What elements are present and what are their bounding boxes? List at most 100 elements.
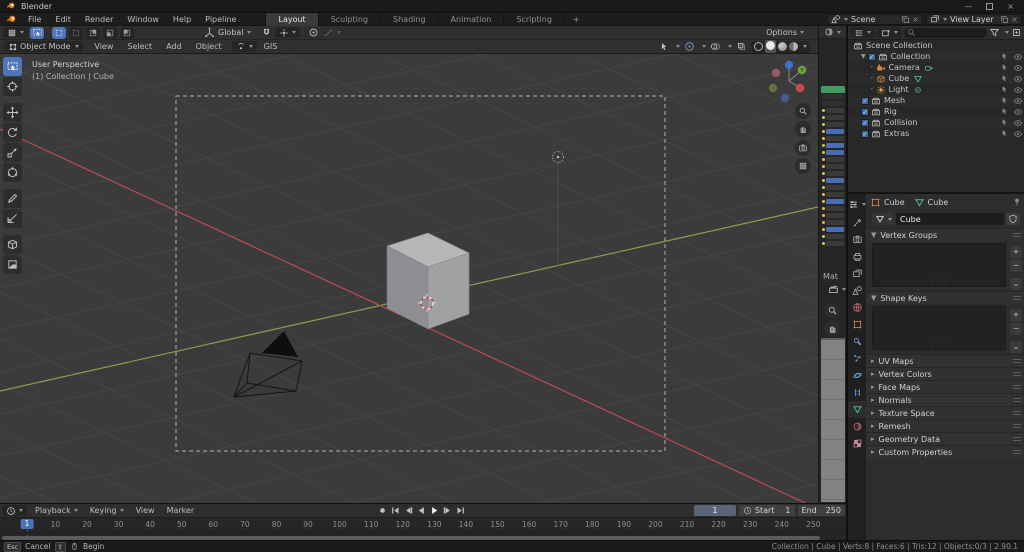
- snap-magnet-icon[interactable]: [261, 27, 272, 38]
- play-button[interactable]: [429, 505, 440, 516]
- collection-checkbox[interactable]: ✓: [868, 53, 876, 61]
- panel-header-remesh[interactable]: ▸Remesh: [866, 419, 1024, 432]
- eye-icon[interactable]: [1013, 96, 1023, 106]
- node-socket[interactable]: [821, 114, 845, 121]
- tool-cursor-button[interactable]: [3, 77, 22, 96]
- panel-grip[interactable]: [1013, 233, 1021, 237]
- menu-help[interactable]: Help: [166, 15, 198, 24]
- eye-icon[interactable]: [1013, 52, 1023, 62]
- scene-selector[interactable]: Scene ×: [827, 14, 923, 25]
- viewport-menu-add[interactable]: Add: [159, 42, 189, 51]
- close-button[interactable]: ×: [1007, 2, 1014, 11]
- shading-wireframe-button[interactable]: [754, 42, 763, 51]
- tool-annotate-button[interactable]: [3, 189, 22, 208]
- properties-tab-particles[interactable]: [848, 350, 866, 367]
- panel-grip[interactable]: [1013, 398, 1021, 402]
- select-mode-4[interactable]: [120, 27, 134, 39]
- node-socket[interactable]: [821, 128, 845, 135]
- select-mode-1[interactable]: [69, 27, 83, 39]
- properties-tab-object[interactable]: [848, 316, 866, 333]
- snap-settings-button[interactable]: [275, 27, 300, 38]
- specials-menu-button[interactable]: ⌄: [1010, 341, 1022, 353]
- outliner-label[interactable]: Cube: [889, 74, 910, 83]
- workspace-tab-sculpting[interactable]: Sculpting: [318, 13, 380, 26]
- play-reverse-button[interactable]: [416, 505, 427, 516]
- selectable-icon[interactable]: [1000, 74, 1009, 84]
- node-socket[interactable]: [821, 93, 845, 100]
- panel-header-vertex-colors[interactable]: ▸Vertex Colors: [866, 367, 1024, 380]
- selectable-icon[interactable]: [1000, 52, 1009, 62]
- timeline-editor-type[interactable]: [2, 505, 27, 516]
- outliner-label[interactable]: Camera: [889, 63, 920, 72]
- blender-menu-icon[interactable]: [6, 14, 17, 25]
- active-tool-button[interactable]: [30, 27, 44, 39]
- sidebar-tab-material[interactable]: Mat: [823, 272, 838, 281]
- viewport-menu-object[interactable]: Object: [189, 42, 229, 51]
- menu-file[interactable]: File: [21, 15, 48, 24]
- node-socket[interactable]: [821, 149, 845, 156]
- end-frame-field[interactable]: End250: [798, 505, 845, 516]
- workspace-tab-shading[interactable]: Shading: [380, 13, 438, 26]
- shape-keys-list[interactable]: ⋮⋮⋮: [872, 306, 1006, 350]
- properties-tab-render[interactable]: [848, 231, 866, 248]
- editor-type-button[interactable]: [3, 27, 28, 38]
- pan-button[interactable]: [795, 121, 811, 137]
- add-item-button[interactable]: +: [1010, 309, 1022, 321]
- timeline-ruler[interactable]: 1102030405060708090100110120130140150160…: [0, 518, 846, 531]
- eye-icon[interactable]: [1013, 107, 1023, 117]
- timeline-menu-keying[interactable]: Keying: [84, 506, 130, 515]
- menu-pipeline[interactable]: Pipeline: [198, 15, 243, 24]
- properties-tab-constraints[interactable]: [848, 384, 866, 401]
- minimize-button[interactable]: —: [964, 2, 972, 11]
- node-socket[interactable]: [821, 219, 845, 226]
- properties-editor-type-button[interactable]: [848, 194, 866, 214]
- zoom-button[interactable]: [795, 103, 811, 119]
- node-socket[interactable]: [821, 198, 845, 205]
- node-socket[interactable]: [821, 205, 845, 212]
- jump-end-button[interactable]: [455, 505, 466, 516]
- panel-grip[interactable]: [1013, 450, 1021, 454]
- mode-selector[interactable]: Object Mode: [4, 41, 83, 52]
- properties-tab-world[interactable]: [848, 299, 866, 316]
- node-socket[interactable]: [821, 226, 845, 233]
- selectability-icon[interactable]: [659, 42, 669, 52]
- panel-grip[interactable]: [1013, 359, 1021, 363]
- panel-header-custom-properties[interactable]: ▸Custom Properties: [866, 445, 1024, 458]
- unlink-scene-icon[interactable]: ×: [912, 15, 919, 24]
- viewport-menu-view[interactable]: View: [87, 42, 120, 51]
- node-socket[interactable]: [821, 156, 845, 163]
- proportional-edit-icon[interactable]: [308, 27, 319, 38]
- menu-window[interactable]: Window: [120, 15, 166, 24]
- selectable-icon[interactable]: [1000, 63, 1009, 73]
- view-layer-selector[interactable]: View Layer ×: [926, 14, 1022, 25]
- panel-grip[interactable]: [1013, 385, 1021, 389]
- filter-funnel-icon[interactable]: [989, 27, 1000, 38]
- eye-icon[interactable]: [1013, 63, 1023, 73]
- outliner-row-collision[interactable]: ✓Collision: [848, 117, 1024, 128]
- tool-rotate-button[interactable]: [3, 123, 22, 142]
- copy-icon[interactable]: [1000, 15, 1009, 24]
- node-socket[interactable]: [821, 233, 845, 240]
- outliner-label[interactable]: Extras: [884, 129, 909, 138]
- tool-measure-button[interactable]: [3, 209, 22, 228]
- add-workspace-button[interactable]: +: [564, 13, 588, 26]
- overlays-icon[interactable]: [710, 41, 721, 52]
- copy-icon[interactable]: [901, 15, 910, 24]
- panel-header-geometry-data[interactable]: ▸Geometry Data: [866, 432, 1024, 445]
- specials-menu-button[interactable]: ⌄: [1010, 278, 1022, 290]
- panel-grip[interactable]: [1013, 424, 1021, 428]
- workspace-tab-layout[interactable]: Layout: [265, 13, 317, 26]
- eye-icon[interactable]: [1013, 74, 1023, 84]
- breadcrumb-data[interactable]: Cube: [928, 198, 949, 207]
- outliner-row-mesh[interactable]: ✓Mesh: [848, 95, 1024, 106]
- transform-pivot-button[interactable]: [232, 41, 257, 52]
- eye-icon[interactable]: [1013, 129, 1023, 139]
- shader-node[interactable]: [821, 86, 845, 247]
- panel-header-shape-keys[interactable]: ▼Shape Keys: [866, 291, 1024, 304]
- selectable-icon[interactable]: [1000, 96, 1009, 106]
- timeline-menu-view[interactable]: View: [130, 506, 161, 515]
- properties-tab-material[interactable]: [848, 418, 866, 435]
- menu-edit[interactable]: Edit: [48, 15, 78, 24]
- workspace-tab-animation[interactable]: Animation: [438, 13, 504, 26]
- xray-toggle-icon[interactable]: [736, 41, 747, 52]
